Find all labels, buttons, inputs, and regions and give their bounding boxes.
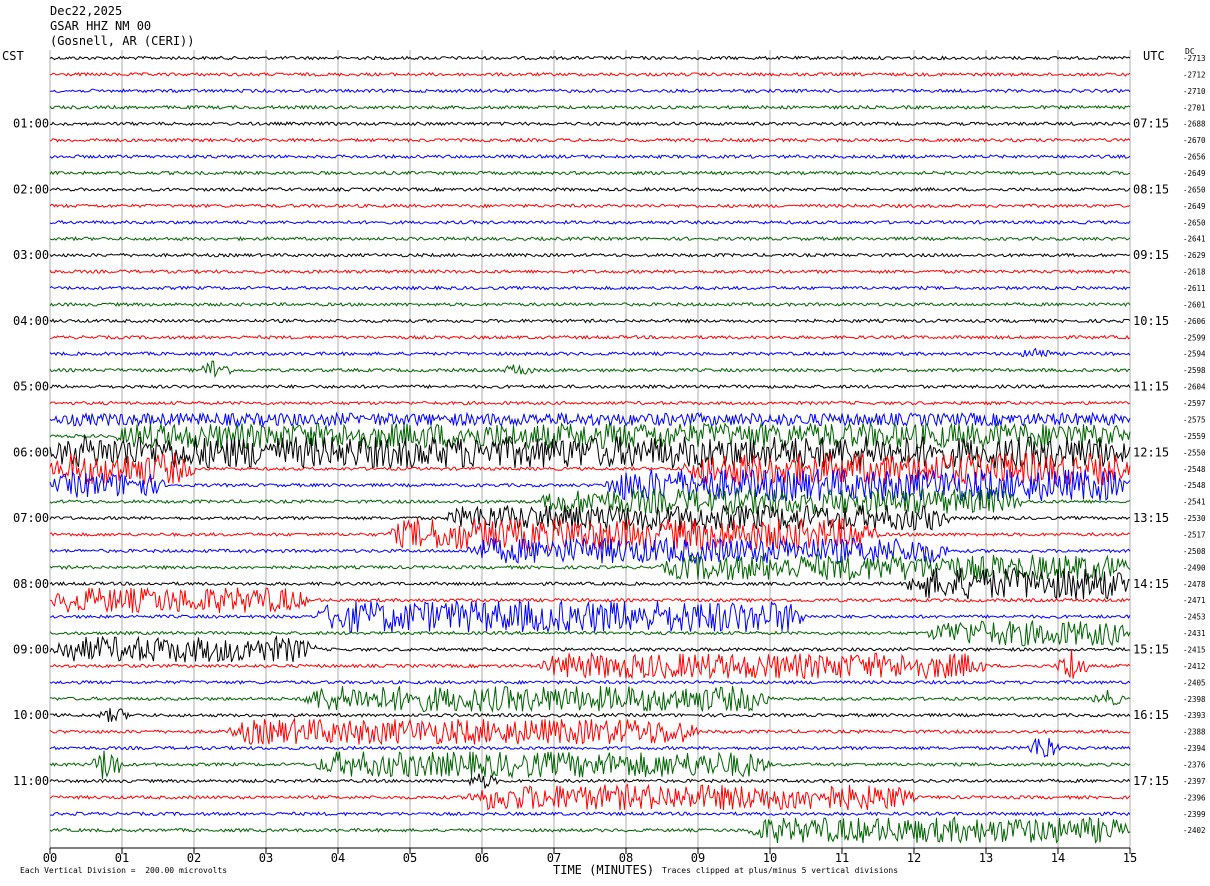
- x-tick-label: 14: [1051, 851, 1065, 865]
- dc-offset-label: -2629: [1183, 251, 1206, 260]
- dc-offset-label: -2541: [1183, 498, 1206, 507]
- x-tick-label: 00: [43, 851, 57, 865]
- dc-offset-label: -2396: [1183, 793, 1206, 802]
- x-axis-title: TIME (MINUTES): [553, 863, 655, 877]
- left-hour-label: 11:00: [13, 774, 49, 788]
- dc-offset-label: -2598: [1183, 366, 1206, 375]
- clip-note: Traces clipped at plus/minus 5 vertical …: [662, 866, 899, 875]
- dc-offset-label: -2398: [1183, 695, 1206, 704]
- dc-offset-label: -2594: [1183, 350, 1206, 359]
- dc-offset-label: -2575: [1183, 415, 1206, 424]
- dc-offset-label: -2415: [1183, 645, 1206, 654]
- dc-offset-label: -2649: [1183, 202, 1206, 211]
- dc-offset-label: -2712: [1183, 70, 1206, 79]
- x-tick-label: 12: [907, 851, 921, 865]
- dc-offset-label: -2670: [1183, 136, 1206, 145]
- right-hour-label: 11:15: [1133, 380, 1169, 394]
- dc-offset-label: -2431: [1183, 629, 1206, 638]
- dc-offset-label: -2548: [1183, 481, 1206, 490]
- dc-offset-label: -2508: [1183, 547, 1206, 556]
- dc-offset-label: -2405: [1183, 678, 1206, 687]
- helicorder-chart: 01:00 02:00 03:00 04:00 05:00 06:00 07:00 08:00…: [0, 0, 1210, 886]
- left-timezone-label: CST: [2, 49, 24, 63]
- dc-offset-label: -2402: [1183, 826, 1206, 835]
- dc-offset-label: -2393: [1183, 711, 1206, 720]
- x-tick-label: 11: [835, 851, 849, 865]
- dc-offset-label: -2606: [1183, 317, 1206, 326]
- dc-offset-label: -2597: [1183, 399, 1206, 408]
- right-hour-label: 10:15: [1133, 314, 1169, 328]
- dc-offset-label: -2701: [1183, 103, 1206, 112]
- left-hour-label: 09:00: [13, 642, 49, 656]
- dc-offset-label: -2453: [1183, 613, 1206, 622]
- x-tick-label: 10: [763, 851, 777, 865]
- x-tick-label: 05: [403, 851, 417, 865]
- dc-offset-label: -2688: [1183, 120, 1206, 129]
- right-hour-label: 16:15: [1133, 708, 1169, 722]
- left-hour-label: 06:00: [13, 445, 49, 459]
- dc-header-label: DC: [1185, 47, 1195, 56]
- left-hour-label: 01:00: [13, 117, 49, 131]
- dc-offset-label: -2656: [1183, 153, 1206, 162]
- dc-offset-label: -2376: [1183, 760, 1206, 769]
- dc-offset-label: -2650: [1183, 185, 1206, 194]
- x-tick-label: 02: [187, 851, 201, 865]
- x-tick-label: 06: [475, 851, 489, 865]
- dc-offset-label: -2649: [1183, 169, 1206, 178]
- header-date: Dec22,2025: [50, 4, 123, 18]
- right-timezone-label: UTC: [1143, 49, 1165, 63]
- left-hour-label: 08:00: [13, 577, 49, 591]
- dc-offset-label: -2397: [1183, 777, 1206, 786]
- right-hour-label: 17:15: [1133, 774, 1169, 788]
- dc-offset-label: -2618: [1183, 268, 1206, 277]
- dc-offset-label: -2548: [1183, 465, 1206, 474]
- dc-offset-label: -2650: [1183, 218, 1206, 227]
- dc-offset-label: -2388: [1183, 728, 1206, 737]
- left-hour-label: 05:00: [13, 380, 49, 394]
- dc-offset-label: -2471: [1183, 596, 1206, 605]
- division-note: Each Vertical Division = 200.00 microvol…: [20, 866, 228, 875]
- left-hour-label: 07:00: [13, 511, 49, 525]
- dc-offset-label: -2604: [1183, 383, 1206, 392]
- dc-offset-label: -2599: [1183, 333, 1206, 342]
- dc-offset-label: -2530: [1183, 514, 1206, 523]
- x-tick-label: 15: [1123, 851, 1137, 865]
- x-tick-label: 04: [331, 851, 345, 865]
- right-hour-label: 08:15: [1133, 182, 1169, 196]
- x-tick-label: 09: [691, 851, 705, 865]
- right-hour-label: 09:15: [1133, 248, 1169, 262]
- x-tick-label: 03: [259, 851, 273, 865]
- right-hour-label: 14:15: [1133, 577, 1169, 591]
- dc-offset-label: -2611: [1183, 284, 1206, 293]
- header-station: GSAR HHZ NM 00: [50, 19, 152, 33]
- right-hour-label: 13:15: [1133, 511, 1169, 525]
- left-hour-label: 03:00: [13, 248, 49, 262]
- left-hour-label: 02:00: [13, 182, 49, 196]
- dc-offset-label: -2550: [1183, 448, 1206, 457]
- left-hour-label: 04:00: [13, 314, 49, 328]
- dc-offset-label: -2641: [1183, 235, 1206, 244]
- x-tick-label: 13: [979, 851, 993, 865]
- header-location: (Gosnell, AR (CERI)): [50, 34, 195, 48]
- dc-offset-label: -2478: [1183, 580, 1206, 589]
- right-hour-label: 07:15: [1133, 117, 1169, 131]
- x-tick-label: 01: [115, 851, 129, 865]
- right-hour-label: 12:15: [1133, 445, 1169, 459]
- dc-offset-label: -2394: [1183, 744, 1206, 753]
- dc-offset-label: -2710: [1183, 87, 1206, 96]
- left-hour-label: 10:00: [13, 708, 49, 722]
- right-hour-label: 15:15: [1133, 642, 1169, 656]
- dc-offset-label: -2601: [1183, 300, 1206, 309]
- dc-offset-label: -2412: [1183, 662, 1206, 671]
- dc-offset-label: -2490: [1183, 563, 1206, 572]
- dc-offset-label: -2399: [1183, 810, 1206, 819]
- dc-offset-label: -2559: [1183, 432, 1206, 441]
- dc-offset-label: -2517: [1183, 530, 1206, 539]
